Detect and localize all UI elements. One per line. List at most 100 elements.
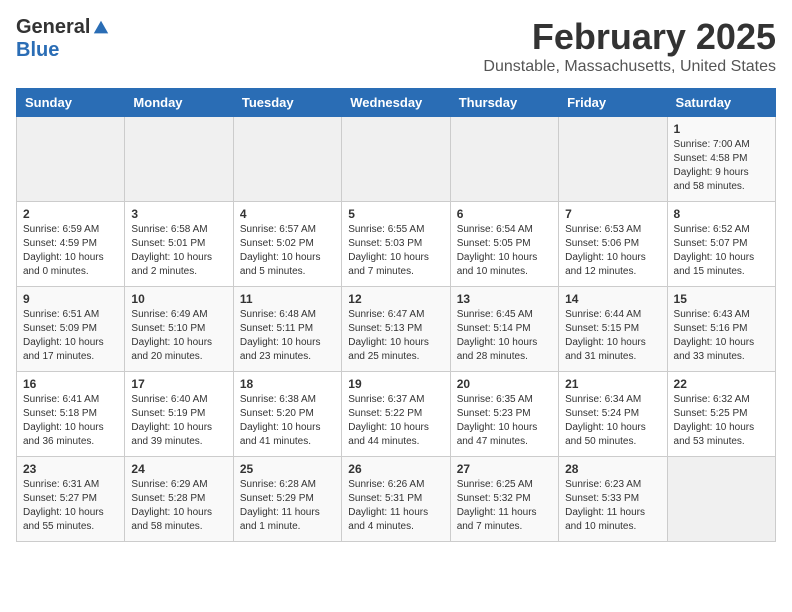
- calendar-cell: 26 Sunrise: 6:26 AM Sunset: 5:31 PM Dayli…: [342, 457, 450, 542]
- day-number: 12: [348, 292, 443, 306]
- calendar-cell: 21 Sunrise: 6:34 AM Sunset: 5:24 PM Dayli…: [559, 372, 667, 457]
- day-number: 5: [348, 207, 443, 221]
- calendar-cell: 9 Sunrise: 6:51 AM Sunset: 5:09 PM Daylig…: [17, 287, 125, 372]
- day-number: 11: [240, 292, 335, 306]
- column-header-saturday: Saturday: [667, 89, 775, 117]
- day-info: Sunrise: 6:47 AM Sunset: 5:13 PM Dayligh…: [348, 308, 443, 364]
- calendar-cell: 15 Sunrise: 6:43 AM Sunset: 5:16 PM Dayli…: [667, 287, 775, 372]
- day-number: 9: [23, 292, 118, 306]
- calendar-cell: [342, 117, 450, 202]
- calendar-cell: 20 Sunrise: 6:35 AM Sunset: 5:23 PM Dayli…: [450, 372, 558, 457]
- calendar-cell: 25 Sunrise: 6:28 AM Sunset: 5:29 PM Dayli…: [233, 457, 341, 542]
- day-info: Sunrise: 6:57 AM Sunset: 5:02 PM Dayligh…: [240, 223, 335, 279]
- column-header-wednesday: Wednesday: [342, 89, 450, 117]
- day-info: Sunrise: 6:40 AM Sunset: 5:19 PM Dayligh…: [131, 393, 226, 449]
- day-info: Sunrise: 6:23 AM Sunset: 5:33 PM Dayligh…: [565, 478, 660, 534]
- day-number: 19: [348, 377, 443, 391]
- page-title: February 2025: [483, 16, 776, 58]
- day-info: Sunrise: 6:34 AM Sunset: 5:24 PM Dayligh…: [565, 393, 660, 449]
- logo: General Blue: [16, 16, 110, 62]
- calendar-cell: 8Sunrise: 6:52 AM Sunset: 5:07 PM Daylig…: [667, 202, 775, 287]
- day-info: Sunrise: 6:37 AM Sunset: 5:22 PM Dayligh…: [348, 393, 443, 449]
- calendar-cell: 28 Sunrise: 6:23 AM Sunset: 5:33 PM Dayli…: [559, 457, 667, 542]
- day-info: Sunrise: 6:59 AM Sunset: 4:59 PM Dayligh…: [23, 223, 118, 279]
- calendar-cell: 16Sunrise: 6:41 AM Sunset: 5:18 PM Dayli…: [17, 372, 125, 457]
- day-info: Sunrise: 6:55 AM Sunset: 5:03 PM Dayligh…: [348, 223, 443, 279]
- calendar-cell: [17, 117, 125, 202]
- calendar-cell: 22 Sunrise: 6:32 AM Sunset: 5:25 PM Dayli…: [667, 372, 775, 457]
- calendar-cell: 4 Sunrise: 6:57 AM Sunset: 5:02 PM Daylig…: [233, 202, 341, 287]
- title-block: February 2025 Dunstable, Massachusetts, …: [483, 16, 776, 76]
- column-header-thursday: Thursday: [450, 89, 558, 117]
- calendar-cell: 18 Sunrise: 6:38 AM Sunset: 5:20 PM Dayli…: [233, 372, 341, 457]
- page-header: General Blue February 2025 Dunstable, Ma…: [16, 16, 776, 76]
- column-header-sunday: Sunday: [17, 89, 125, 117]
- day-info: Sunrise: 7:00 AM Sunset: 4:58 PM Dayligh…: [674, 138, 769, 194]
- calendar-cell: 24Sunrise: 6:29 AM Sunset: 5:28 PM Dayli…: [125, 457, 233, 542]
- calendar-cell: [667, 457, 775, 542]
- column-header-friday: Friday: [559, 89, 667, 117]
- day-info: Sunrise: 6:53 AM Sunset: 5:06 PM Dayligh…: [565, 223, 660, 279]
- calendar-cell: 5 Sunrise: 6:55 AM Sunset: 5:03 PM Daylig…: [342, 202, 450, 287]
- calendar-cell: 7 Sunrise: 6:53 AM Sunset: 5:06 PM Daylig…: [559, 202, 667, 287]
- day-number: 27: [457, 462, 552, 476]
- logo-icon: [92, 19, 110, 37]
- calendar-cell: 23 Sunrise: 6:31 AM Sunset: 5:27 PM Dayli…: [17, 457, 125, 542]
- week-row-1: 1 Sunrise: 7:00 AM Sunset: 4:58 PM Daylig…: [17, 117, 776, 202]
- day-info: Sunrise: 6:51 AM Sunset: 5:09 PM Dayligh…: [23, 308, 118, 364]
- calendar-table: SundayMondayTuesdayWednesdayThursdayFrid…: [16, 88, 776, 542]
- day-info: Sunrise: 6:49 AM Sunset: 5:10 PM Dayligh…: [131, 308, 226, 364]
- day-number: 14: [565, 292, 660, 306]
- day-number: 26: [348, 462, 443, 476]
- day-number: 28: [565, 462, 660, 476]
- day-info: Sunrise: 6:26 AM Sunset: 5:31 PM Dayligh…: [348, 478, 443, 534]
- calendar-cell: 6Sunrise: 6:54 AM Sunset: 5:05 PM Daylig…: [450, 202, 558, 287]
- day-info: Sunrise: 6:43 AM Sunset: 5:16 PM Dayligh…: [674, 308, 769, 364]
- day-info: Sunrise: 6:44 AM Sunset: 5:15 PM Dayligh…: [565, 308, 660, 364]
- day-number: 25: [240, 462, 335, 476]
- column-header-monday: Monday: [125, 89, 233, 117]
- day-info: Sunrise: 6:35 AM Sunset: 5:23 PM Dayligh…: [457, 393, 552, 449]
- day-info: Sunrise: 6:54 AM Sunset: 5:05 PM Dayligh…: [457, 223, 552, 279]
- calendar-header-row: SundayMondayTuesdayWednesdayThursdayFrid…: [17, 89, 776, 117]
- day-number: 4: [240, 207, 335, 221]
- day-number: 21: [565, 377, 660, 391]
- logo-general-text: General: [16, 16, 90, 39]
- calendar-cell: [125, 117, 233, 202]
- day-number: 18: [240, 377, 335, 391]
- day-info: Sunrise: 6:29 AM Sunset: 5:28 PM Dayligh…: [131, 478, 226, 534]
- day-number: 8: [674, 207, 769, 221]
- day-info: Sunrise: 6:58 AM Sunset: 5:01 PM Dayligh…: [131, 223, 226, 279]
- calendar-cell: 19 Sunrise: 6:37 AM Sunset: 5:22 PM Dayli…: [342, 372, 450, 457]
- week-row-3: 9 Sunrise: 6:51 AM Sunset: 5:09 PM Daylig…: [17, 287, 776, 372]
- day-number: 1: [674, 122, 769, 136]
- calendar-cell: 12 Sunrise: 6:47 AM Sunset: 5:13 PM Dayli…: [342, 287, 450, 372]
- calendar-cell: [450, 117, 558, 202]
- week-row-2: 2 Sunrise: 6:59 AM Sunset: 4:59 PM Daylig…: [17, 202, 776, 287]
- day-number: 23: [23, 462, 118, 476]
- day-number: 10: [131, 292, 226, 306]
- calendar-cell: 10 Sunrise: 6:49 AM Sunset: 5:10 PM Dayli…: [125, 287, 233, 372]
- day-info: Sunrise: 6:38 AM Sunset: 5:20 PM Dayligh…: [240, 393, 335, 449]
- day-info: Sunrise: 6:48 AM Sunset: 5:11 PM Dayligh…: [240, 308, 335, 364]
- day-info: Sunrise: 6:31 AM Sunset: 5:27 PM Dayligh…: [23, 478, 118, 534]
- calendar-cell: 14 Sunrise: 6:44 AM Sunset: 5:15 PM Dayli…: [559, 287, 667, 372]
- calendar-cell: 13 Sunrise: 6:45 AM Sunset: 5:14 PM Dayli…: [450, 287, 558, 372]
- week-row-4: 16Sunrise: 6:41 AM Sunset: 5:18 PM Dayli…: [17, 372, 776, 457]
- calendar-cell: [233, 117, 341, 202]
- column-header-tuesday: Tuesday: [233, 89, 341, 117]
- day-number: 15: [674, 292, 769, 306]
- day-info: Sunrise: 6:45 AM Sunset: 5:14 PM Dayligh…: [457, 308, 552, 364]
- day-number: 7: [565, 207, 660, 221]
- calendar-cell: 17Sunrise: 6:40 AM Sunset: 5:19 PM Dayli…: [125, 372, 233, 457]
- calendar-cell: 3Sunrise: 6:58 AM Sunset: 5:01 PM Daylig…: [125, 202, 233, 287]
- day-info: Sunrise: 6:32 AM Sunset: 5:25 PM Dayligh…: [674, 393, 769, 449]
- calendar-cell: 1 Sunrise: 7:00 AM Sunset: 4:58 PM Daylig…: [667, 117, 775, 202]
- day-number: 2: [23, 207, 118, 221]
- calendar-cell: 2 Sunrise: 6:59 AM Sunset: 4:59 PM Daylig…: [17, 202, 125, 287]
- day-number: 22: [674, 377, 769, 391]
- day-number: 13: [457, 292, 552, 306]
- day-info: Sunrise: 6:28 AM Sunset: 5:29 PM Dayligh…: [240, 478, 335, 534]
- day-info: Sunrise: 6:41 AM Sunset: 5:18 PM Dayligh…: [23, 393, 118, 449]
- day-number: 20: [457, 377, 552, 391]
